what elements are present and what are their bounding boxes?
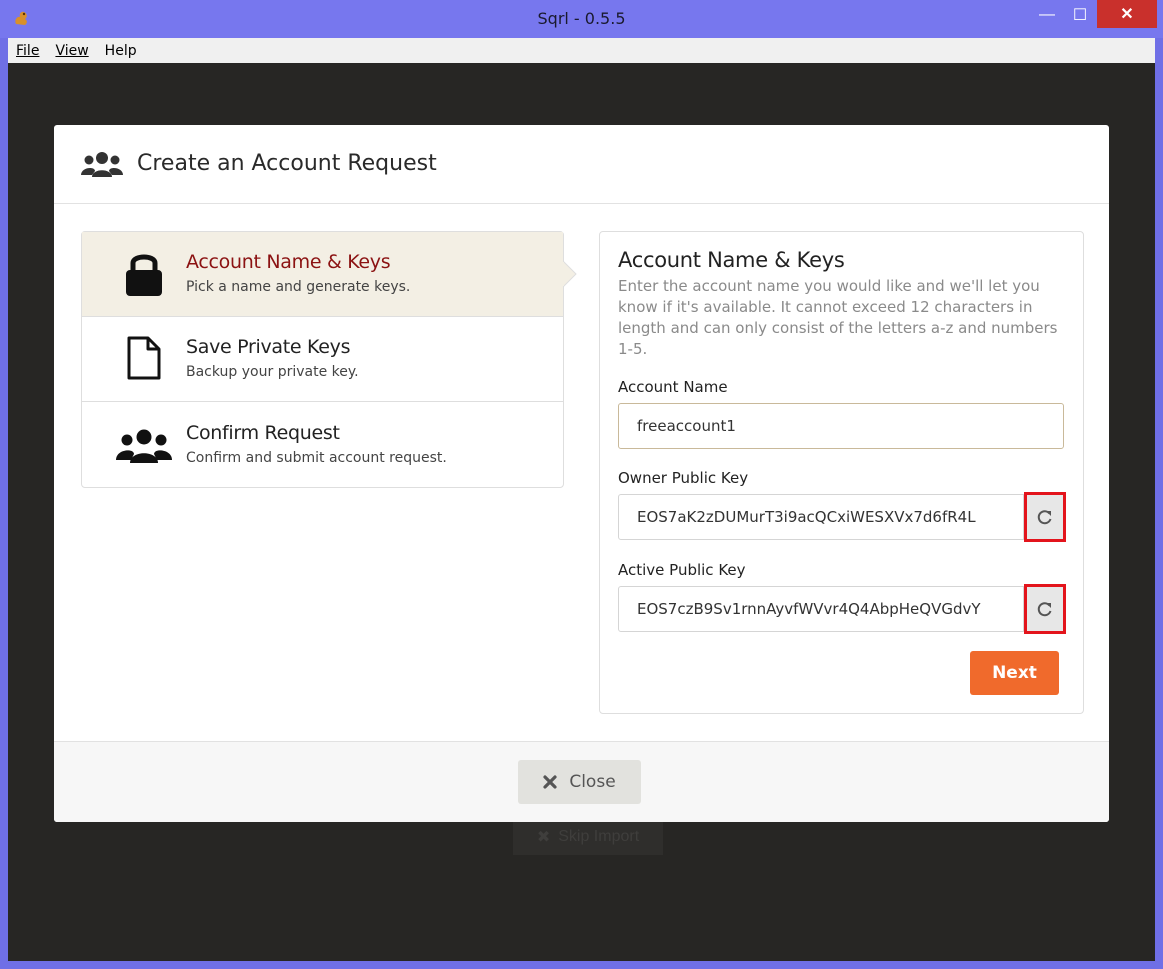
close-icon: ✖: [536, 829, 551, 846]
minimize-button[interactable]: —: [1030, 0, 1064, 30]
title-bar: Sqrl - 0.5.5 — ☐ ✕: [0, 0, 1163, 38]
modal-header: Create an Account Request: [54, 125, 1109, 204]
menu-bar: File View Help: [8, 38, 1155, 63]
skip-import-label: Skip Import: [558, 828, 640, 845]
active-key-label: Active Public Key: [618, 561, 746, 579]
users-icon: [116, 429, 172, 463]
modal-footer: Close: [54, 741, 1109, 822]
owner-public-key-input[interactable]: [618, 494, 1024, 540]
account-name-label: Account Name: [618, 378, 728, 396]
refresh-icon: [1037, 510, 1052, 525]
lock-icon: [116, 250, 172, 298]
file-icon: [116, 335, 172, 381]
account-form-panel: Account Name & Keys Enter the account na…: [599, 231, 1084, 714]
menu-help[interactable]: Help: [105, 43, 137, 59]
step-save-private-keys[interactable]: Save Private Keys Backup your private ke…: [82, 317, 563, 402]
step-account-name-keys[interactable]: Account Name & Keys Pick a name and gene…: [82, 232, 563, 317]
window-title: Sqrl - 0.5.5: [537, 9, 626, 28]
menu-file[interactable]: File: [16, 43, 39, 59]
step-confirm-request[interactable]: Confirm Request Confirm and submit accou…: [82, 403, 563, 488]
form-title: Account Name & Keys: [618, 248, 845, 272]
account-name-input[interactable]: [618, 403, 1064, 449]
steps-list: Account Name & Keys Pick a name and gene…: [81, 231, 564, 488]
owner-key-label: Owner Public Key: [618, 469, 749, 487]
step-title: Account Name & Keys: [186, 251, 391, 273]
modal-title: Create an Account Request: [137, 151, 437, 176]
refresh-icon: [1037, 602, 1052, 617]
create-account-modal: Create an Account Request Account Name &…: [54, 125, 1109, 822]
step-description: Pick a name and generate keys.: [186, 279, 411, 295]
skip-import-button[interactable]: ✖ Skip Import: [513, 819, 663, 855]
close-icon: [543, 775, 557, 789]
active-public-key-input[interactable]: [618, 586, 1024, 632]
step-description: Backup your private key.: [186, 364, 359, 380]
step-title: Save Private Keys: [186, 336, 351, 358]
menu-view[interactable]: View: [55, 43, 88, 59]
regenerate-owner-key-button[interactable]: [1024, 492, 1066, 542]
close-button[interactable]: Close: [518, 760, 641, 804]
close-label: Close: [569, 772, 616, 792]
maximize-button[interactable]: ☐: [1064, 0, 1096, 30]
form-description: Enter the account name you would like an…: [618, 277, 1058, 358]
regenerate-active-key-button[interactable]: [1024, 584, 1066, 634]
users-icon: [81, 152, 123, 177]
step-description: Confirm and submit account request.: [186, 450, 447, 466]
next-button[interactable]: Next: [970, 651, 1059, 695]
close-window-button[interactable]: ✕: [1097, 0, 1157, 28]
active-step-pointer: [563, 261, 577, 287]
step-title: Confirm Request: [186, 422, 340, 444]
